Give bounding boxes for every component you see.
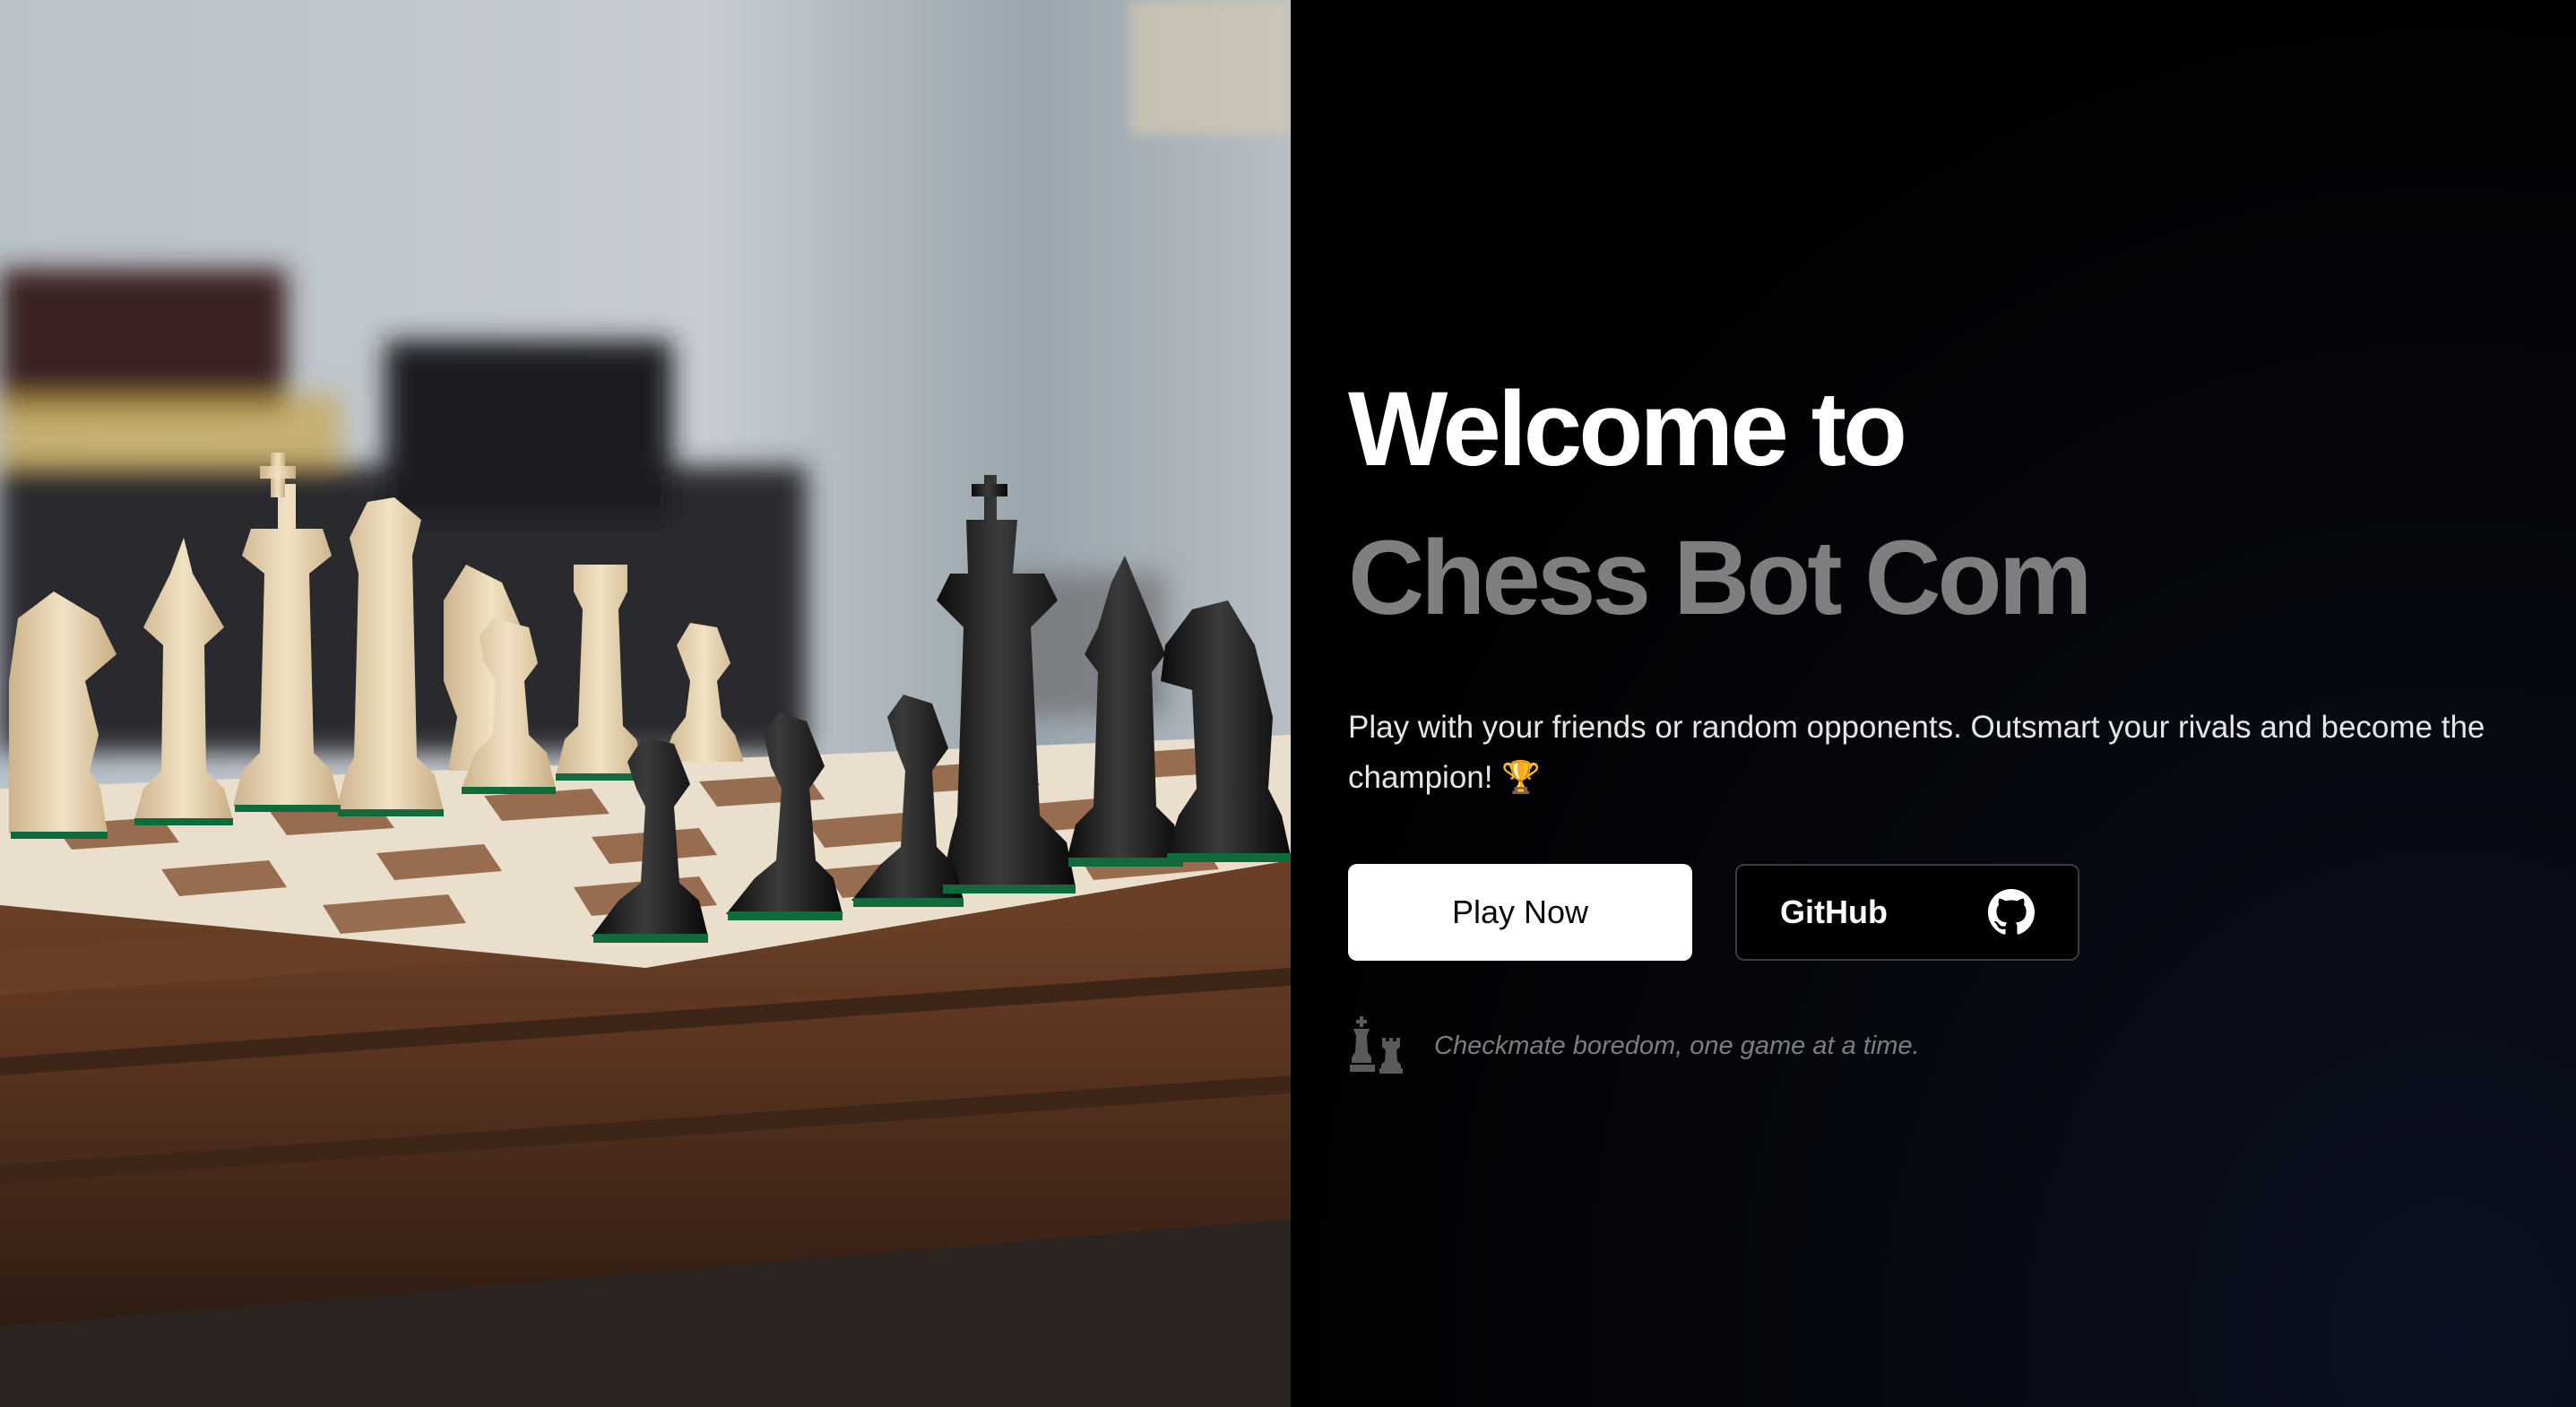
welcome-content: Welcome to Chess Bot Com Play with your …	[1348, 376, 2540, 1075]
action-buttons: Play Now GitHub	[1348, 864, 2540, 961]
github-icon	[1988, 889, 2035, 935]
play-now-label: Play Now	[1451, 893, 1589, 930]
tagline: Checkmate boredom, one game at a time.	[1348, 1016, 2540, 1075]
landing-page: Welcome to Chess Bot Com Play with your …	[0, 0, 2576, 1407]
github-button[interactable]: GitHub	[1735, 864, 2079, 961]
title-line-brand: Chess Bot Com	[1348, 519, 2093, 637]
tagline-text: Checkmate boredom, one game at a time.	[1434, 1031, 1920, 1060]
chess-pieces-icon	[1350, 1016, 1403, 1074]
description-text: Play with your friends or random opponen…	[1348, 710, 2485, 795]
hero-chess-image	[0, 0, 1291, 1407]
chess-board-illustration	[0, 0, 1291, 1407]
title-line-welcome: Welcome to	[1348, 370, 1907, 488]
github-label: GitHub	[1780, 893, 1888, 930]
play-now-button[interactable]: Play Now	[1348, 864, 1692, 961]
page-title: Welcome to Chess Bot Com	[1348, 376, 2540, 660]
welcome-panel: Welcome to Chess Bot Com Play with your …	[1291, 0, 2576, 1407]
